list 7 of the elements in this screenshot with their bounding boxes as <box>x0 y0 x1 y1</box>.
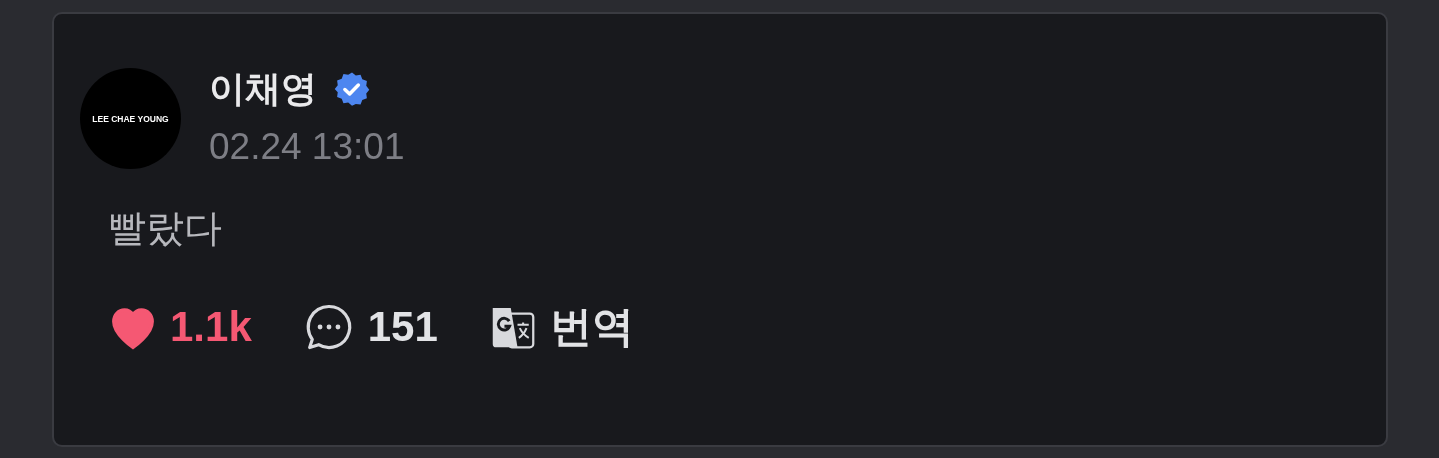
translate-button[interactable]: 번역 <box>485 299 634 355</box>
avatar-label: LEE CHAE YOUNG <box>92 113 169 124</box>
comment-button[interactable]: 151 <box>299 298 438 356</box>
post-text: 빨랐다 <box>108 206 223 251</box>
like-button[interactable]: 1.1k <box>106 300 252 354</box>
post-time: 02.24 13:01 <box>209 126 405 168</box>
author-name[interactable]: 이채영 <box>209 64 317 114</box>
